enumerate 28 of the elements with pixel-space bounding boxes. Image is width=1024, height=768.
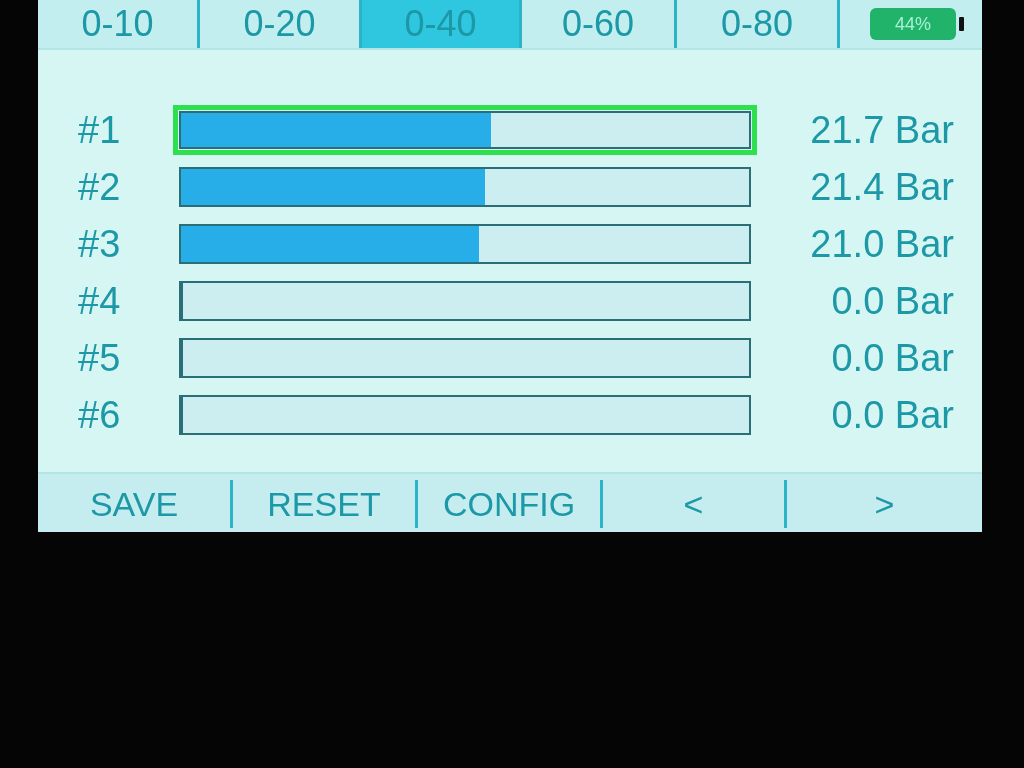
channel-label: #3 (78, 224, 122, 264)
pressure-bar-track[interactable] (179, 167, 751, 207)
soft-key-button[interactable]: < (603, 480, 787, 528)
range-tab[interactable]: 0-10 (38, 0, 200, 48)
pressure-bar-track[interactable] (179, 395, 751, 435)
pressure-bar-track[interactable] (179, 338, 751, 378)
pressure-reading: 21.7 Bar (809, 110, 954, 150)
soft-key-button[interactable]: RESET (233, 480, 418, 528)
channel-label: #1 (78, 110, 122, 150)
battery-indicator: 44% (870, 8, 964, 40)
soft-key-button[interactable]: CONFIG (418, 480, 603, 528)
pressure-reading: 21.0 Bar (809, 224, 954, 264)
range-tab[interactable]: 0-80 (677, 0, 840, 48)
range-tab[interactable]: 0-60 (522, 0, 677, 48)
pressure-bar-track[interactable] (179, 224, 751, 264)
channel-label: #2 (78, 167, 122, 207)
pressure-reading: 0.0 Bar (830, 338, 954, 378)
pressure-bar-track[interactable] (179, 281, 751, 321)
pressure-reading: 0.0 Bar (830, 395, 954, 435)
pressure-reading: 21.4 Bar (809, 167, 954, 207)
range-tab[interactable]: 0-40 (362, 0, 522, 48)
soft-key-button[interactable]: SAVE (38, 480, 233, 528)
channel-label: #5 (78, 338, 122, 378)
channel-label: #4 (78, 281, 122, 321)
soft-key-button[interactable]: > (787, 480, 982, 528)
pressure-reading: 0.0 Bar (830, 281, 954, 321)
pressure-bar-track[interactable] (173, 105, 757, 155)
channel-label: #6 (78, 395, 122, 435)
